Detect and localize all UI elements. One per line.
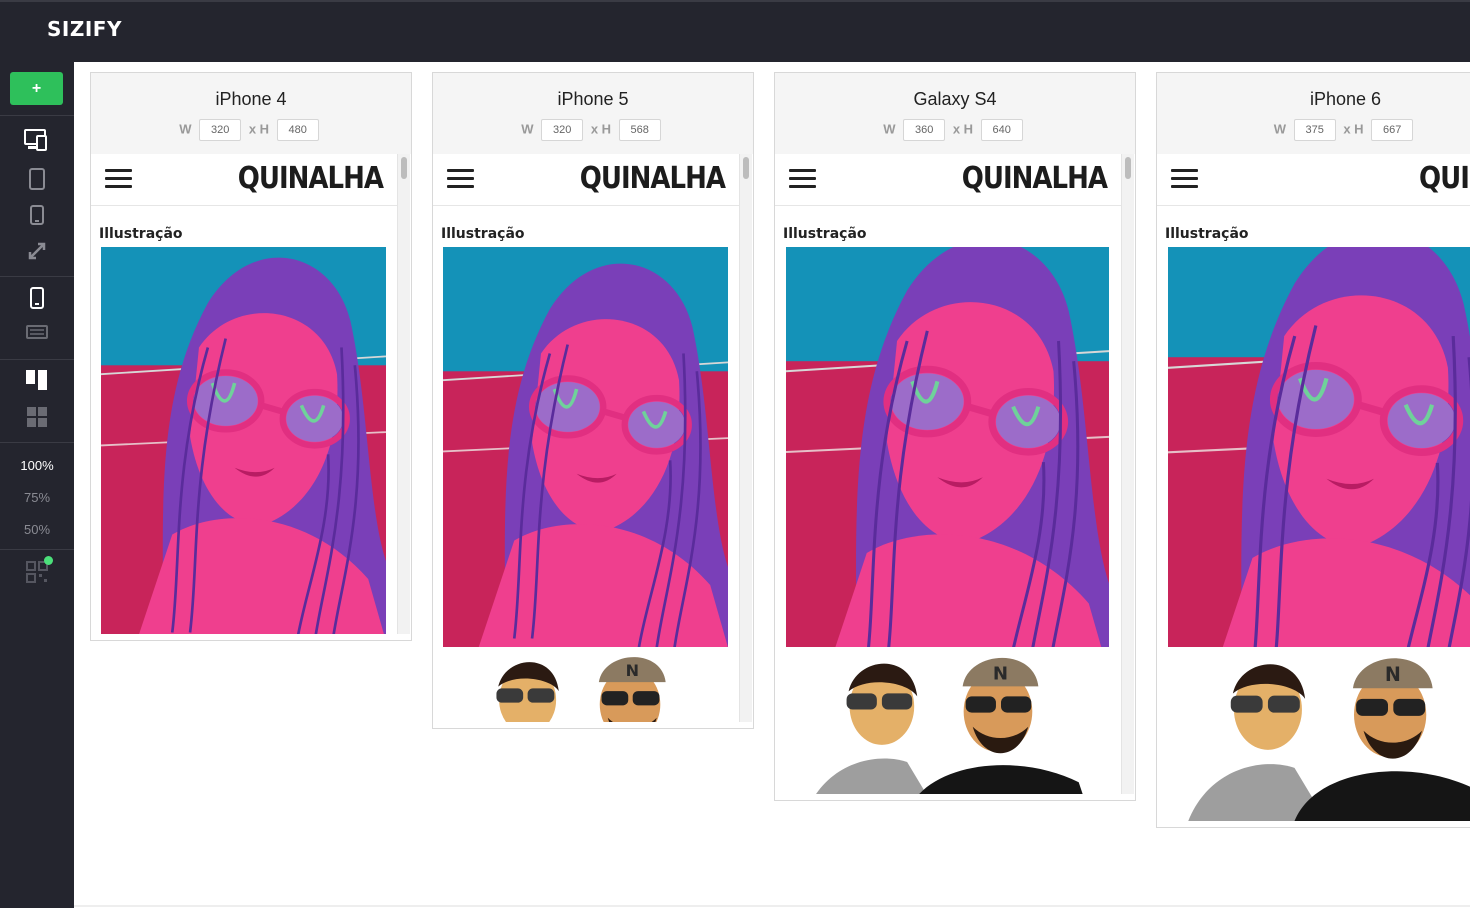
scrollbar[interactable]: [1121, 154, 1134, 794]
device-header: iPhone 6 W 375 x H 667: [1157, 73, 1470, 155]
menu-icon[interactable]: [1171, 169, 1198, 189]
site-header: QUINALHA: [775, 154, 1121, 206]
device-dimensions: W 360 x H 640: [775, 119, 1135, 141]
portrait-icon[interactable]: [0, 287, 74, 314]
device-frame-iphone-4: iPhone 4 W 320 x H 480 QUINALHA Illustra…: [90, 72, 412, 641]
height-label: x H: [1343, 121, 1364, 137]
width-label: W: [883, 121, 896, 137]
device-viewport[interactable]: QUINALHA Illustração: [91, 154, 411, 634]
zoom-100[interactable]: 100%: [0, 458, 74, 473]
zoom-group: 100% 75% 50%: [0, 442, 74, 549]
duo-illustration-image: [786, 651, 1109, 794]
height-label: x H: [952, 121, 974, 137]
width-field[interactable]: 320: [199, 119, 242, 141]
device-viewport[interactable]: QUINALHA Illustração: [433, 154, 753, 722]
section-label: Illustração: [441, 226, 525, 242]
tablet-icon[interactable]: [0, 168, 74, 195]
zoom-50[interactable]: 50%: [0, 522, 74, 537]
duo-illustration-image: [443, 651, 728, 722]
section-label: Illustração: [783, 226, 867, 242]
sidebar: + 100% 75% 50%: [0, 62, 74, 908]
device-header: Galaxy S4 W 360 x H 640: [775, 73, 1135, 155]
device-name: iPhone 5: [557, 89, 629, 109]
illustration-image: [443, 247, 728, 647]
height-field[interactable]: 568: [618, 119, 661, 141]
site-logo[interactable]: QUINALHA: [962, 162, 1108, 197]
width-label: W: [521, 121, 534, 137]
height-field[interactable]: 667: [1371, 119, 1414, 141]
site-logo[interactable]: QUINALHA: [238, 162, 384, 197]
menu-icon[interactable]: [105, 169, 132, 189]
device-viewport[interactable]: QUINALHA Illustração: [775, 154, 1135, 794]
scrollbar-thumb[interactable]: [1125, 157, 1131, 179]
site-logo[interactable]: QUINALHA: [580, 162, 726, 197]
site-header: QUINALHA: [91, 154, 397, 206]
illustration-image: [101, 247, 386, 634]
top-bar: SIZIFY: [0, 0, 1470, 62]
height-label: x H: [590, 121, 612, 137]
qr-code-icon[interactable]: [0, 561, 74, 588]
section-label: Illustração: [1165, 226, 1249, 242]
phone-icon[interactable]: [0, 205, 74, 230]
device-header: iPhone 5 W 320 x H 568: [433, 73, 753, 155]
width-field[interactable]: 375: [1293, 119, 1336, 141]
device-name: iPhone 6: [1309, 89, 1382, 109]
grid-icon[interactable]: [0, 407, 74, 432]
device-frame-iphone-6: iPhone 6 W 375 x H 667 QUINALHA Illustra…: [1156, 72, 1470, 828]
device-frame-iphone-5: iPhone 5 W 320 x H 568 QUINALHA Illustra…: [432, 72, 754, 729]
duo-illustration-image: [1168, 651, 1470, 821]
devices-icon[interactable]: [0, 129, 74, 156]
columns-icon[interactable]: [0, 370, 74, 395]
device-header: iPhone 4 W 320 x H 480: [91, 73, 411, 155]
device-name: Galaxy S4: [913, 89, 997, 109]
width-label: W: [1273, 121, 1287, 137]
share-group: [0, 549, 74, 600]
site-header: QUINALHA: [433, 154, 739, 206]
add-device-button[interactable]: +: [10, 72, 63, 105]
app-logo: SIZIFY: [47, 17, 122, 41]
scrollbar[interactable]: [397, 154, 410, 634]
width-field[interactable]: 320: [541, 119, 584, 141]
width-field[interactable]: 360: [903, 119, 946, 141]
height-field[interactable]: 480: [276, 119, 319, 141]
layout-group: [0, 359, 74, 442]
device-dimensions: W 320 x H 480: [91, 119, 411, 141]
height-label: x H: [248, 121, 270, 137]
device-frame-galaxy-s4: Galaxy S4 W 360 x H 640 QUINALHA Illustr…: [774, 72, 1136, 801]
status-dot: [44, 556, 53, 565]
device-viewport[interactable]: QUINALHA Illustração: [1157, 154, 1470, 821]
zoom-75[interactable]: 75%: [0, 490, 74, 505]
device-dimensions: W 320 x H 568: [433, 119, 753, 141]
site-header: QUINALHA: [1157, 154, 1470, 206]
device-dimensions: W 375 x H 667: [1157, 119, 1470, 141]
expand-icon[interactable]: [0, 241, 74, 266]
scrollbar-thumb[interactable]: [743, 157, 749, 179]
site-logo[interactable]: QUINALHA: [1419, 162, 1470, 197]
section-label: Illustração: [99, 226, 183, 242]
orientation-group: [0, 276, 74, 359]
illustration-image: [1168, 247, 1470, 647]
menu-icon[interactable]: [447, 169, 474, 189]
height-field[interactable]: 640: [980, 119, 1023, 141]
landscape-icon[interactable]: [0, 325, 74, 344]
illustration-image: [786, 247, 1109, 647]
scrollbar-thumb[interactable]: [401, 157, 407, 179]
device-name: iPhone 4: [215, 89, 287, 109]
device-type-group: [0, 115, 74, 276]
bottom-border: [74, 905, 1470, 907]
scrollbar[interactable]: [739, 154, 752, 722]
width-label: W: [179, 121, 192, 137]
menu-icon[interactable]: [789, 169, 816, 189]
